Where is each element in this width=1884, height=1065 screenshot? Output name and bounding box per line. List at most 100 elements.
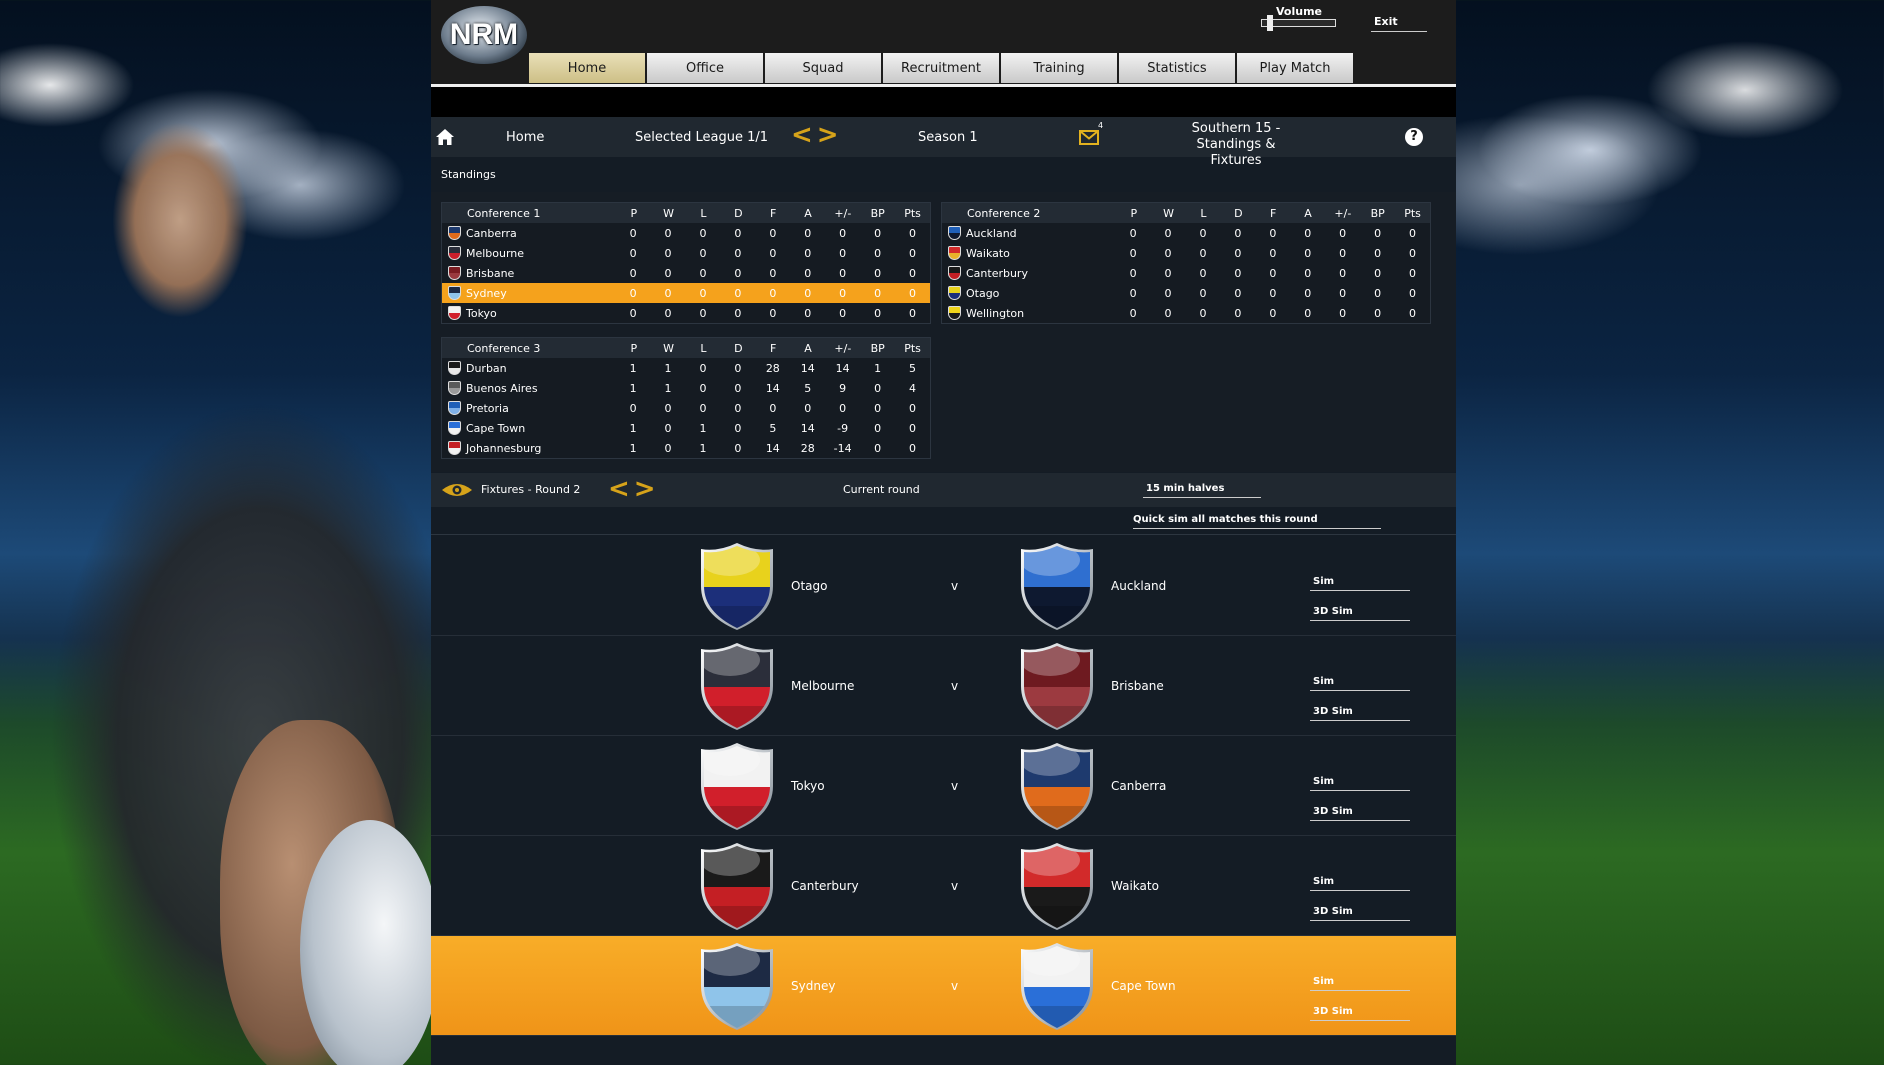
table-row[interactable]: Cape Town 1 0 1 0 5 14 -9 0 0	[442, 418, 930, 438]
table-row[interactable]: Waikato 0 0 0 0 0 0 0 0 0	[942, 243, 1430, 263]
tab-recruitment[interactable]: Recruitment	[883, 53, 999, 83]
stat-cell: 0	[664, 441, 672, 455]
stat-cell: 1	[699, 441, 707, 455]
season-label: Season 1	[918, 130, 978, 145]
sim-button[interactable]: Sim	[1310, 576, 1410, 591]
stat-cell: 0	[909, 421, 916, 435]
tab-squad[interactable]: Squad	[765, 53, 881, 83]
table-row[interactable]: Johannesburg 1 0 1 0 14 28 -14 0 0	[442, 438, 930, 458]
prev-round-arrow-icon[interactable]: <	[608, 476, 630, 502]
stat-cell: 0	[1339, 306, 1347, 320]
sim-3d-button[interactable]: 3D Sim	[1310, 606, 1410, 621]
team-crest-icon	[948, 306, 961, 320]
stat-cell: -14	[833, 441, 852, 455]
column-header: Pts	[1404, 206, 1421, 220]
fixture-row: Tokyo v Canberra Sim 3D Sim	[431, 736, 1456, 836]
column-header: L	[700, 341, 707, 355]
help-icon[interactable]: ?	[1405, 128, 1423, 146]
stat-cell: 0	[1409, 306, 1416, 320]
table-row[interactable]: Otago 0 0 0 0 0 0 0 0 0	[942, 283, 1430, 303]
stat-cell: 0	[699, 246, 707, 260]
sim-3d-button[interactable]: 3D Sim	[1310, 1006, 1410, 1021]
sim-button[interactable]: Sim	[1310, 876, 1410, 891]
stat-cell: 0	[1409, 226, 1416, 240]
stat-cell: 0	[874, 401, 882, 415]
home-crest-icon	[701, 843, 773, 930]
conference-table-2: Conference 2 P W L D F A +/- BP Pts Auckland 0 0 0 0 0 0…	[941, 202, 1431, 324]
main-tabs: Home Office Squad Recruitment Training Statis…	[529, 53, 1353, 83]
home-team-name: Otago	[791, 579, 828, 593]
stat-cell: 0	[1164, 306, 1172, 320]
stat-cell: 0	[629, 306, 637, 320]
next-league-arrow-icon[interactable]: >	[817, 122, 839, 148]
column-header: A	[804, 206, 812, 220]
stat-cell: 0	[629, 401, 637, 415]
sim-3d-button[interactable]: 3D Sim	[1310, 806, 1410, 821]
stat-cell: 4	[909, 381, 916, 395]
table-row[interactable]: Melbourne 0 0 0 0 0 0 0 0 0	[442, 243, 930, 263]
stat-cell: 0	[1339, 266, 1347, 280]
away-team-name: Auckland	[1111, 579, 1167, 593]
column-header: D	[734, 206, 743, 220]
team-crest-icon	[448, 306, 461, 320]
team-name: Canterbury	[965, 266, 1028, 280]
stat-cell: 0	[1164, 266, 1172, 280]
quick-sim-button[interactable]: Quick sim all matches this round	[1133, 514, 1381, 529]
stat-cell: 0	[1409, 286, 1416, 300]
mail-icon[interactable]	[1079, 130, 1099, 145]
table-row[interactable]: Canberra 0 0 0 0 0 0 0 0 0	[442, 223, 930, 243]
table-row[interactable]: Sydney 0 0 0 0 0 0 0 0 0	[442, 283, 930, 303]
away-crest-icon	[1021, 843, 1093, 930]
stat-cell: 1	[699, 421, 707, 435]
prev-league-arrow-icon[interactable]: <	[791, 122, 813, 148]
table-header: Conference 1 P W L D F A +/- BP Pts	[442, 203, 930, 223]
home-crest-icon	[701, 943, 773, 1030]
table-row[interactable]: Buenos Aires 1 1 0 0 14 5 9 0 4	[442, 378, 930, 398]
tab-training[interactable]: Training	[1001, 53, 1117, 83]
fixture-row: Melbourne v Brisbane Sim 3D Sim	[431, 636, 1456, 736]
current-round-label[interactable]: Current round	[843, 483, 920, 496]
sim-button[interactable]: Sim	[1310, 776, 1410, 791]
table-row[interactable]: Tokyo 0 0 0 0 0 0 0 0 0	[442, 303, 930, 323]
home-team-name: Melbourne	[791, 679, 855, 693]
table-row[interactable]: Durban 1 1 0 0 28 14 14 1 5	[442, 358, 930, 378]
stat-cell: 0	[804, 266, 812, 280]
stat-cell: 0	[874, 286, 882, 300]
tab-home[interactable]: Home	[529, 53, 645, 83]
tab-office[interactable]: Office	[647, 53, 763, 83]
fixture-row: Otago v Auckland Sim 3D Sim	[431, 536, 1456, 636]
table-row[interactable]: Pretoria 0 0 0 0 0 0 0 0 0	[442, 398, 930, 418]
column-header: P	[630, 341, 638, 355]
sim-button[interactable]: Sim	[1310, 676, 1410, 691]
stat-cell: 0	[1269, 246, 1277, 260]
tab-play-match[interactable]: Play Match	[1237, 53, 1353, 83]
table-row[interactable]: Wellington 0 0 0 0 0 0 0 0 0	[942, 303, 1430, 323]
sim-3d-button[interactable]: 3D Sim	[1310, 706, 1410, 721]
volume-slider-handle[interactable]	[1267, 15, 1273, 31]
halves-select[interactable]: 15 min halves	[1143, 483, 1261, 498]
table-row[interactable]: Brisbane 0 0 0 0 0 0 0 0 0	[442, 263, 930, 283]
table-row[interactable]: Canterbury 0 0 0 0 0 0 0 0 0	[942, 263, 1430, 283]
stat-cell: 0	[909, 401, 916, 415]
eye-icon[interactable]	[441, 482, 473, 498]
team-crest-icon	[448, 226, 461, 240]
next-round-arrow-icon[interactable]: >	[634, 476, 656, 502]
stat-cell: 0	[699, 401, 707, 415]
stat-cell: 0	[1234, 286, 1242, 300]
stat-cell: 0	[1129, 306, 1137, 320]
versus-label: v	[951, 979, 959, 993]
team-crest-icon	[948, 246, 961, 260]
stat-cell: 0	[1409, 266, 1416, 280]
versus-label: v	[951, 779, 959, 793]
team-name: Tokyo	[465, 306, 497, 320]
stat-cell: 0	[629, 246, 637, 260]
breadcrumb-home[interactable]: Home	[506, 130, 544, 145]
column-header: P	[1130, 206, 1138, 220]
sim-button[interactable]: Sim	[1310, 976, 1410, 991]
exit-button[interactable]: Exit	[1371, 15, 1427, 32]
tab-statistics[interactable]: Statistics	[1119, 53, 1235, 83]
table-row[interactable]: Auckland 0 0 0 0 0 0 0 0 0	[942, 223, 1430, 243]
team-crest-icon	[448, 401, 461, 415]
home-icon[interactable]	[435, 128, 455, 146]
sim-3d-button[interactable]: 3D Sim	[1310, 906, 1410, 921]
